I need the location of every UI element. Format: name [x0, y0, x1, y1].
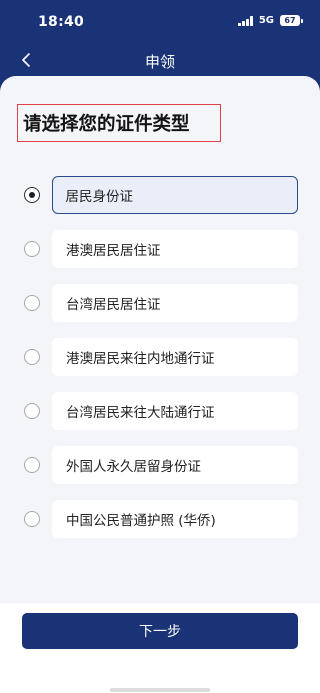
option-card[interactable]: 居民身份证 — [52, 176, 298, 214]
option-label: 台湾居民来往大陆通行证 — [66, 405, 215, 421]
option-foreigner-permanent-id[interactable]: 外国人永久居留身份证 — [0, 446, 320, 486]
radio-unchecked-icon[interactable] — [24, 295, 40, 311]
nav-bar: 申领 — [0, 42, 320, 78]
battery-icon: 67 — [280, 15, 303, 26]
content-panel: 请选择您的证件类型 居民身份证 港澳居民居住证 台湾居民居住证 港澳居民来往内地… — [0, 76, 320, 693]
radio-unchecked-icon[interactable] — [24, 403, 40, 419]
option-card[interactable]: 台湾居民居住证 — [52, 284, 298, 322]
status-time: 18:40 — [38, 14, 85, 30]
status-bar: 18:40 5G 67 — [0, 0, 320, 42]
option-resident-id[interactable]: 居民身份证 — [0, 176, 320, 216]
option-label: 居民身份证 — [65, 189, 134, 205]
network-type: 5G — [258, 15, 274, 26]
option-label: 港澳居民居住证 — [66, 243, 161, 259]
option-card[interactable]: 港澳居民来往内地通行证 — [52, 338, 298, 376]
next-button[interactable]: 下一步 — [22, 613, 298, 649]
signal-icon — [238, 15, 253, 26]
option-taiwan-travel-permit[interactable]: 台湾居民来往大陆通行证 — [0, 392, 320, 432]
option-label: 外国人永久居留身份证 — [66, 459, 201, 475]
option-hk-macao-residence-permit[interactable]: 港澳居民居住证 — [0, 230, 320, 270]
radio-unchecked-icon[interactable] — [24, 349, 40, 365]
option-card[interactable]: 外国人永久居留身份证 — [52, 446, 298, 484]
page-title: 申领 — [144, 53, 175, 71]
option-card[interactable]: 港澳居民居住证 — [52, 230, 298, 268]
radio-checked-icon[interactable] — [24, 187, 40, 203]
radio-unchecked-icon[interactable] — [24, 457, 40, 473]
footer: 下一步 — [0, 603, 320, 693]
status-indicators: 5G 67 — [238, 15, 303, 26]
battery-level: 67 — [284, 16, 296, 25]
option-label: 中国公民普通护照 (华侨) — [66, 513, 216, 529]
option-overseas-passport[interactable]: 中国公民普通护照 (华侨) — [0, 500, 320, 540]
option-hk-macao-travel-permit[interactable]: 港澳居民来往内地通行证 — [0, 338, 320, 378]
radio-unchecked-icon[interactable] — [24, 241, 40, 257]
option-taiwan-residence-permit[interactable]: 台湾居民居住证 — [0, 284, 320, 324]
option-label: 港澳居民来往内地通行证 — [66, 351, 215, 367]
section-heading: 请选择您的证件类型 — [17, 104, 221, 142]
option-label: 台湾居民居住证 — [66, 297, 161, 313]
option-card[interactable]: 台湾居民来往大陆通行证 — [52, 392, 298, 430]
home-indicator — [110, 688, 210, 692]
option-card[interactable]: 中国公民普通护照 (华侨) — [52, 500, 298, 538]
radio-unchecked-icon[interactable] — [24, 511, 40, 527]
